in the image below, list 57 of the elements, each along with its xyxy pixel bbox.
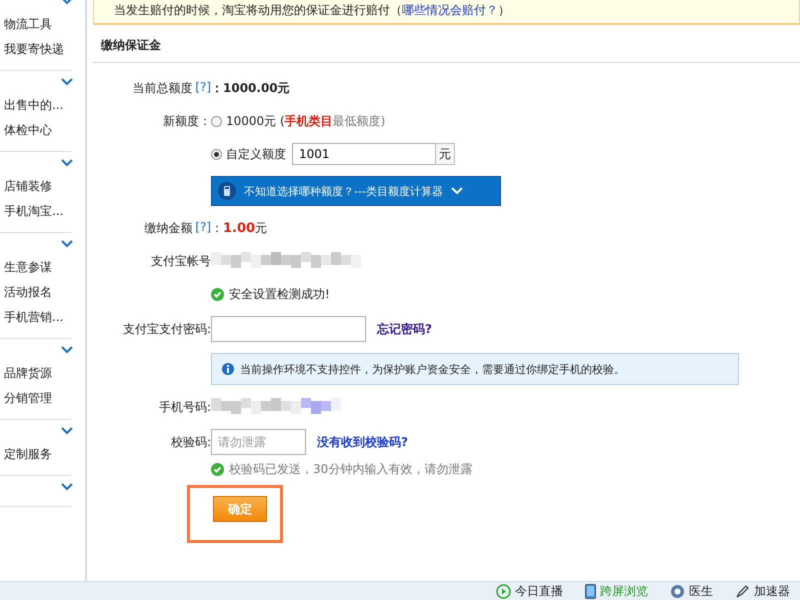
sidebar-item[interactable]: 物流工具 bbox=[0, 12, 71, 37]
check-icon bbox=[211, 288, 224, 300]
quota-value: ：1000.00元 bbox=[211, 80, 290, 96]
sidebar-item[interactable]: 手机营销... bbox=[0, 305, 71, 330]
chevron-icon[interactable] bbox=[61, 240, 73, 248]
verification-code-field[interactable]: 请勿泄露 bbox=[211, 429, 306, 455]
option-label[interactable]: 10000元 (手机类目最低额度) bbox=[226, 112, 386, 130]
radio-button[interactable] bbox=[211, 116, 222, 126]
field-label: 支付宝帐号 bbox=[151, 252, 211, 270]
status-item[interactable]: 加速器 bbox=[754, 582, 790, 600]
phone-icon bbox=[585, 584, 596, 598]
amount-field[interactable]: 1001 bbox=[292, 143, 436, 165]
sidebar-item[interactable]: 出售中的... bbox=[0, 93, 71, 118]
sidebar-item[interactable]: 生意参谋 bbox=[0, 255, 71, 280]
resend-code-link[interactable]: 没有收到校验码? bbox=[317, 434, 408, 450]
chevron-icon[interactable] bbox=[61, 78, 73, 86]
notice-text: 当发生赔付的时候，淘宝将动用您的保证金进行赔付（哪些情况会赔付？） bbox=[93, 0, 800, 25]
sidebar-item[interactable]: 定制服务 bbox=[0, 442, 71, 467]
forgot-password-link[interactable]: 忘记密码? bbox=[377, 320, 432, 338]
status-message: 校验码已发送，30分钟内输入有效，请勿泄露 bbox=[229, 460, 472, 478]
chevron-icon bbox=[450, 187, 463, 195]
field-label: 缴纳金额 bbox=[144, 220, 192, 236]
calculator-button[interactable]: 不知道选择哪种额度？---类目额度计算器 bbox=[211, 176, 501, 206]
help-link[interactable]: [?] bbox=[195, 80, 211, 96]
field-label: 当前总额度 bbox=[132, 80, 192, 96]
chevron-icon[interactable] bbox=[61, 483, 73, 491]
target-icon bbox=[670, 584, 685, 598]
field-label: 新额度： bbox=[163, 112, 211, 130]
info-text: 当前操作环境不支持控件，为保护账户资金安全，需要通过你绑定手机的校验。 bbox=[240, 362, 625, 376]
calculator-icon bbox=[218, 182, 236, 200]
field-label: 手机号码: bbox=[158, 398, 211, 416]
amount-value: ：1.00元 bbox=[211, 220, 268, 236]
sidebar-item[interactable]: 品牌货源 bbox=[0, 361, 71, 386]
option-label[interactable]: 自定义额度 bbox=[226, 146, 286, 162]
sidebar-item[interactable]: 我要寄快递 bbox=[0, 37, 71, 62]
help-link[interactable]: [?] bbox=[195, 220, 211, 236]
field-label: 校验码: bbox=[170, 434, 211, 450]
notice-link[interactable]: 哪些情况会赔付？ bbox=[402, 3, 498, 17]
sidebar-item[interactable]: 店铺装修 bbox=[0, 174, 71, 199]
chevron-icon[interactable] bbox=[61, 159, 73, 167]
chevron-icon[interactable] bbox=[61, 427, 73, 435]
radio-button[interactable] bbox=[211, 148, 222, 160]
password-field[interactable] bbox=[211, 316, 366, 342]
sidebar-item[interactable]: 体检中心 bbox=[0, 118, 71, 143]
sidebar-item[interactable]: 活动报名 bbox=[0, 280, 71, 305]
info-icon bbox=[222, 363, 234, 375]
play-icon bbox=[496, 584, 511, 598]
status-item[interactable]: 今日直播 bbox=[515, 582, 563, 600]
chevron-icon[interactable] bbox=[61, 346, 73, 354]
sidebar-item[interactable]: 手机淘宝... bbox=[0, 199, 71, 224]
check-icon bbox=[211, 462, 224, 476]
unit-label: 元 bbox=[435, 143, 455, 165]
field-label: 支付宝支付密码: bbox=[122, 320, 211, 338]
sidebar-item[interactable]: 分销管理 bbox=[0, 386, 71, 411]
section-title: 缴纳保证金 bbox=[93, 25, 800, 63]
status-item[interactable]: 医生 bbox=[689, 582, 713, 600]
status-message: 安全设置检测成功! bbox=[229, 286, 330, 302]
